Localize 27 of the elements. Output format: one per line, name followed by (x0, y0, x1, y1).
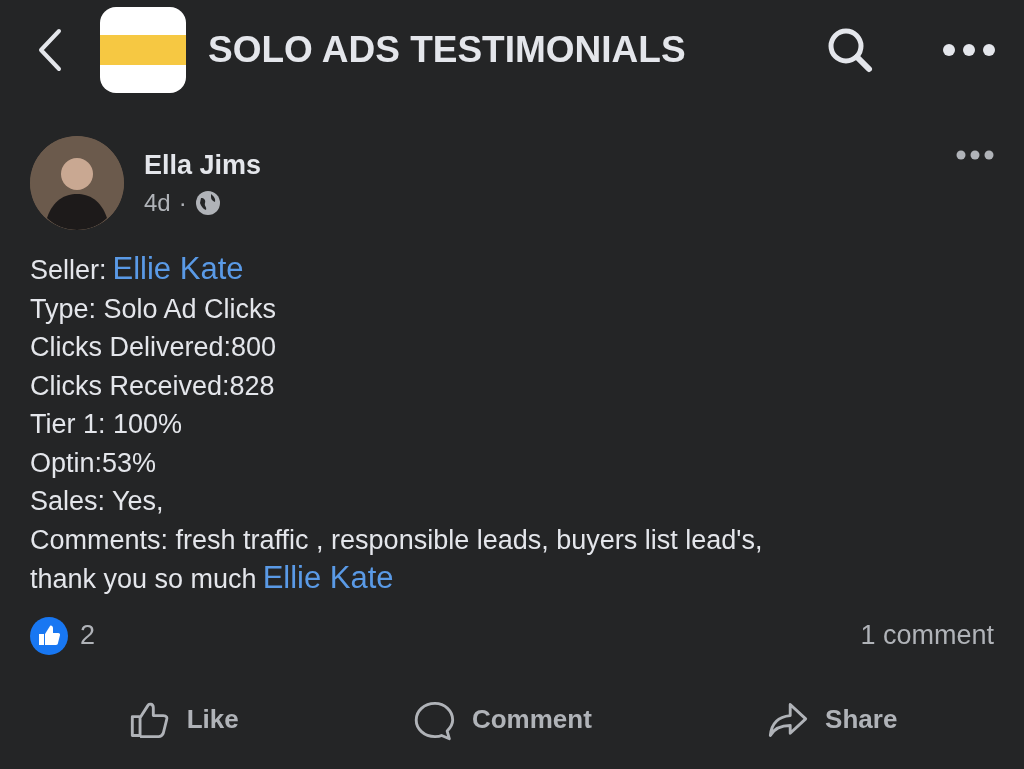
post-text-line: Comments: fresh traffic , responsible leads, buyers list lead's, (30, 523, 764, 557)
mention-link[interactable]: Ellie Kate (112, 251, 244, 286)
comment-button[interactable]: Comment (407, 694, 596, 745)
post-text-line: Clicks Received:828 (30, 369, 276, 403)
post-text-line: Optin:53% (30, 446, 158, 480)
separator-dot: · (178, 188, 187, 217)
post-text-line: Clicks Delivered:800 (30, 331, 278, 364)
post-time: 4d (144, 188, 171, 217)
avatar-silhouette[interactable] (30, 136, 124, 230)
post-text-line: Sales: Yes, (30, 485, 165, 518)
mention-link[interactable]: Ellie Kate (262, 560, 394, 595)
more-icon[interactable] (956, 150, 994, 160)
share-button[interactable]: Share (761, 694, 902, 745)
like-button[interactable]: Like (122, 694, 243, 745)
post-text-line: Tier 1: 100% (30, 408, 184, 441)
reaction-count[interactable]: 2 (80, 620, 96, 651)
comment-count[interactable]: 1 comment (860, 620, 994, 651)
post-text-line: Type: Solo Ad Clicks (30, 292, 278, 326)
post-text-line: Seller: Ellie Kate (30, 250, 245, 288)
search-icon[interactable] (826, 26, 874, 74)
back-icon[interactable] (38, 28, 62, 72)
globe-icon (194, 189, 221, 216)
like-reaction-icon (30, 616, 68, 655)
post-text-line: thank you so much Ellie Kate (30, 559, 395, 597)
author-name[interactable]: Ella Jims (144, 149, 936, 181)
group-title: SOLO ADS TESTIMONIALS (208, 29, 687, 71)
more-icon[interactable] (942, 43, 996, 57)
